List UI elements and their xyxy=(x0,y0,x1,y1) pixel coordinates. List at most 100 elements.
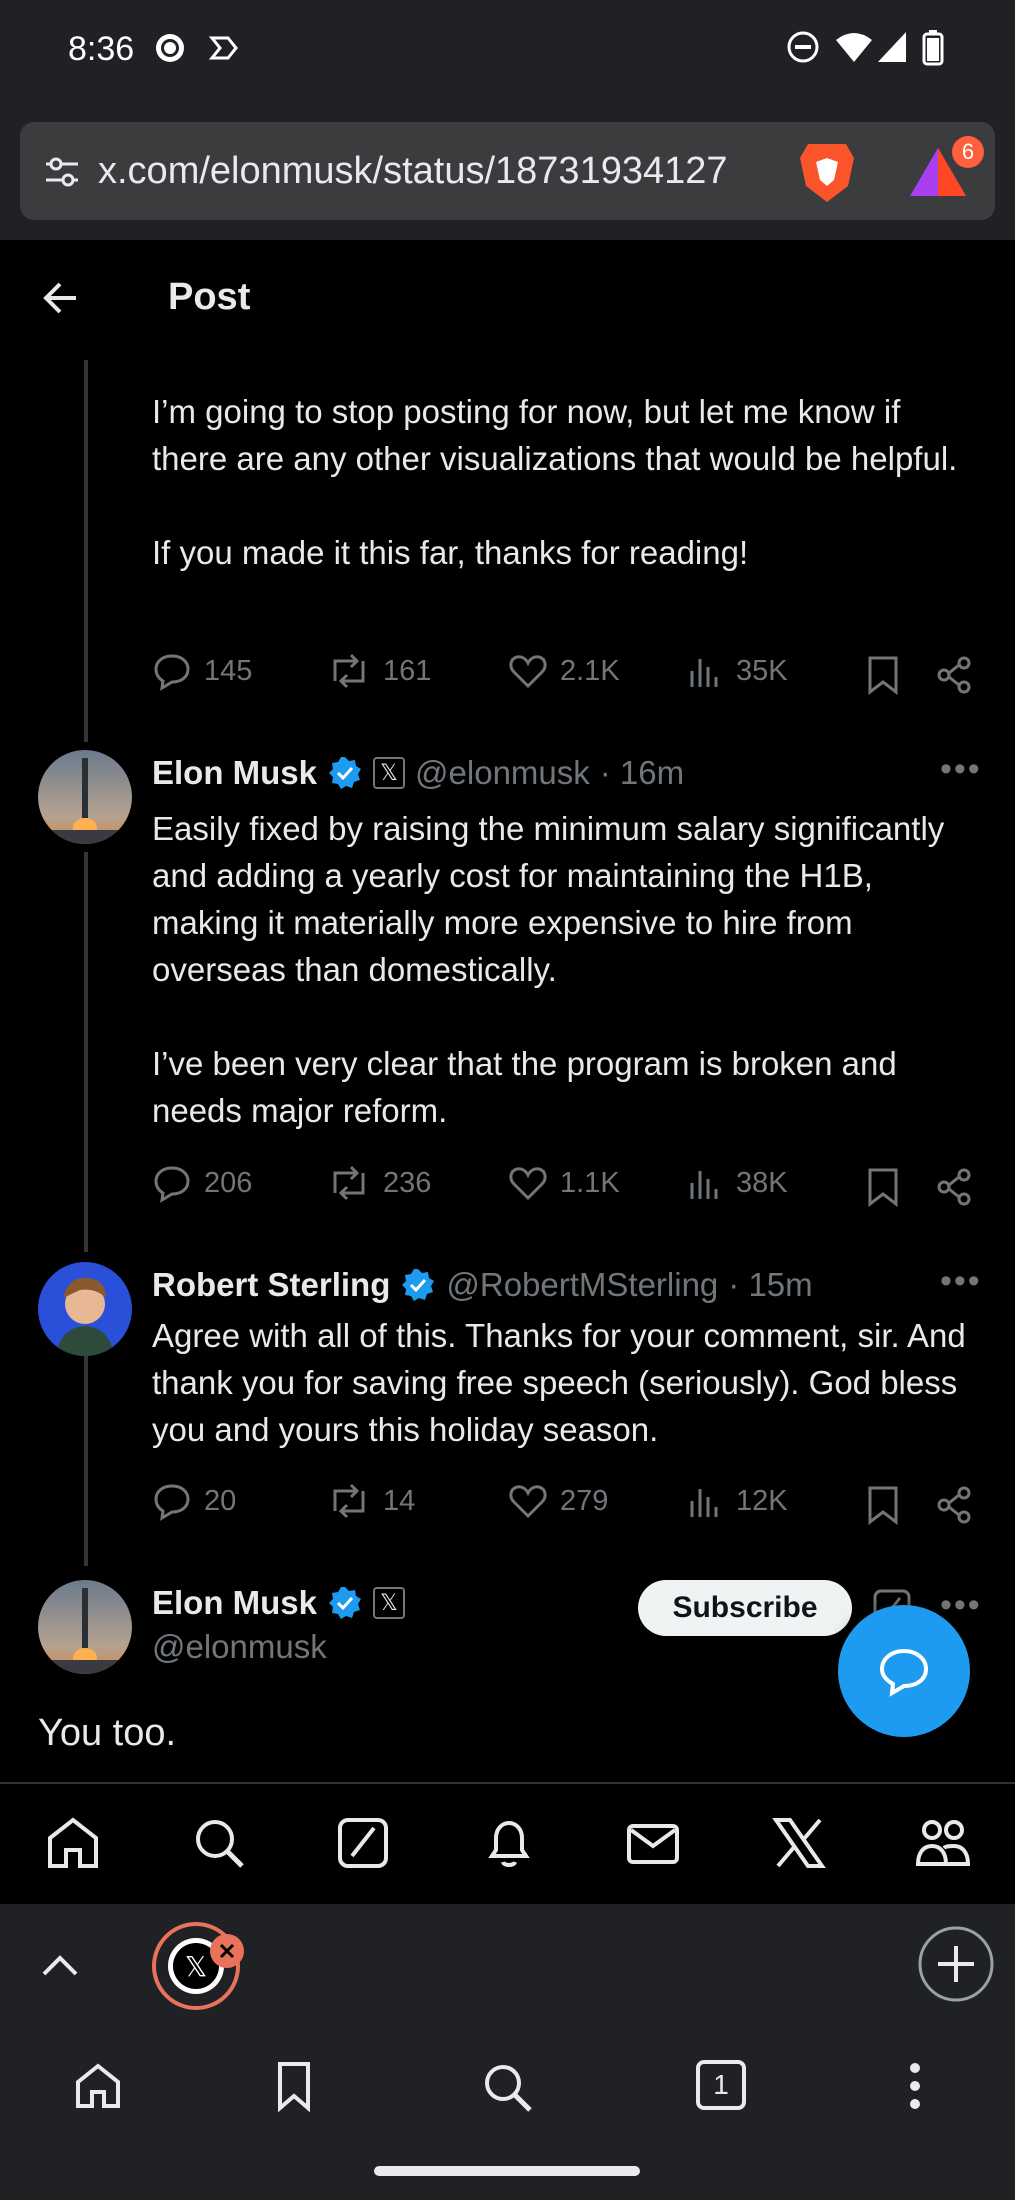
author-name[interactable]: Elon Musk xyxy=(152,754,317,792)
like-count: 279 xyxy=(560,1484,609,1517)
reply-count: 20 xyxy=(204,1484,237,1517)
avatar[interactable] xyxy=(38,750,132,844)
avatar-image xyxy=(38,750,132,844)
messages-mail-icon[interactable] xyxy=(624,1814,682,1872)
reply-button[interactable]: 20 xyxy=(152,1481,236,1521)
heart-icon xyxy=(509,655,547,689)
browser-search-icon[interactable] xyxy=(480,2060,534,2114)
gesture-bar xyxy=(0,2144,1015,2200)
url-text[interactable]: x.com/elonmusk/status/18731934127 xyxy=(98,150,798,193)
views-button[interactable]: 35K xyxy=(688,651,788,691)
thread-line xyxy=(84,852,88,1252)
reply-icon xyxy=(154,1484,190,1521)
more-options-icon[interactable]: ••• xyxy=(940,1262,982,1301)
share-icon[interactable] xyxy=(936,655,974,695)
author-handle[interactable]: @elonmusk xyxy=(415,754,590,792)
tweet-actions: 145 161 2.1K 35K xyxy=(152,651,982,699)
like-button[interactable]: 2.1K xyxy=(508,651,620,691)
more-options-icon[interactable]: ••• xyxy=(940,1586,982,1625)
reply-count: 145 xyxy=(204,654,253,687)
tweet-time[interactable]: · 15m xyxy=(728,1266,812,1304)
view-count: 12K xyxy=(736,1484,788,1517)
view-count: 38K xyxy=(736,1166,788,1199)
menu-kebab-icon[interactable] xyxy=(900,2060,930,2112)
repost-count: 161 xyxy=(383,654,432,687)
bookmark-icon[interactable] xyxy=(866,1485,900,1525)
page-title: Post xyxy=(168,276,251,318)
like-button[interactable]: 1.1K xyxy=(508,1163,620,1203)
home-icon[interactable] xyxy=(44,1814,102,1872)
like-count: 1.1K xyxy=(560,1166,620,1199)
site-settings-icon[interactable] xyxy=(42,152,82,192)
tweet-author-row: Elon Musk 𝕏 @elonmusk · 16m xyxy=(152,750,684,796)
status-time: 8:36 xyxy=(68,30,135,68)
like-button[interactable]: 279 xyxy=(508,1481,608,1521)
verified-badge-icon xyxy=(329,757,362,789)
author-handle[interactable]: @elonmusk xyxy=(152,1628,327,1666)
brave-shields-icon[interactable] xyxy=(798,140,856,204)
tweet-text: Agree with all of this. Thanks for your … xyxy=(152,1317,966,1448)
tab-switcher-button[interactable]: 1 xyxy=(696,2060,746,2110)
avatar[interactable] xyxy=(38,1580,132,1674)
cell-signal-icon xyxy=(878,32,906,62)
reply-button[interactable]: 145 xyxy=(152,651,252,691)
bookmarks-icon[interactable] xyxy=(274,2060,314,2112)
main-post-author-row: Elon Musk 𝕏 xyxy=(152,1580,406,1626)
x-bottom-nav xyxy=(0,1782,1015,1904)
back-arrow-icon[interactable] xyxy=(40,278,80,318)
new-tab-icon[interactable] xyxy=(916,1924,996,2004)
views-button[interactable]: 12K xyxy=(688,1481,788,1521)
wifi-icon xyxy=(836,33,872,62)
views-button[interactable]: 38K xyxy=(688,1163,788,1203)
url-field[interactable]: x.com/elonmusk/status/18731934127 6 xyxy=(20,122,995,220)
like-count: 2.1K xyxy=(560,654,620,687)
search-icon[interactable] xyxy=(190,1814,248,1872)
author-name[interactable]: Robert Sterling xyxy=(152,1266,390,1304)
x-logo-icon[interactable] xyxy=(770,1814,828,1872)
repost-count: 14 xyxy=(383,1484,416,1517)
thread-line xyxy=(84,360,88,742)
close-icon xyxy=(219,1943,235,1959)
communities-icon[interactable] xyxy=(914,1814,972,1872)
post-header: Post xyxy=(0,240,1015,355)
browser-home-icon[interactable] xyxy=(72,2060,124,2112)
share-icon[interactable] xyxy=(936,1167,974,1207)
tweet-time[interactable]: · 16m xyxy=(600,754,684,792)
browser-toolbar: 1 xyxy=(0,2024,1015,2144)
home-gesture-pill[interactable] xyxy=(374,2166,640,2176)
heart-icon xyxy=(509,1485,547,1519)
chevron-up-icon[interactable] xyxy=(40,1946,80,1982)
share-icon[interactable] xyxy=(936,1485,974,1525)
reply-button[interactable]: 206 xyxy=(152,1163,252,1203)
bookmark-icon[interactable] xyxy=(866,655,900,695)
close-tab-icon[interactable] xyxy=(210,1934,244,1968)
view-count: 35K xyxy=(736,654,788,687)
avatar[interactable] xyxy=(38,1262,132,1356)
author-handle[interactable]: @RobertMSterling xyxy=(446,1266,718,1304)
subscribe-button[interactable]: Subscribe xyxy=(638,1580,852,1636)
views-chart-icon xyxy=(690,1171,718,1199)
reply-count: 206 xyxy=(204,1166,253,1199)
reply-bubble-icon xyxy=(879,1648,929,1697)
repost-button[interactable]: 236 xyxy=(327,1163,431,1203)
author-name[interactable]: Elon Musk xyxy=(152,1584,317,1622)
repost-count: 236 xyxy=(383,1166,432,1199)
repost-icon xyxy=(333,1483,365,1519)
app-notification-icon xyxy=(208,36,238,60)
grok-nav-icon[interactable] xyxy=(334,1814,392,1872)
tweet-text: Easily fixed by raising the minimum sala… xyxy=(152,810,945,1129)
browser-address-bar: x.com/elonmusk/status/18731934127 6 xyxy=(0,100,1015,240)
repost-icon xyxy=(333,1165,365,1201)
repost-button[interactable]: 161 xyxy=(327,651,431,691)
bookmark-icon[interactable] xyxy=(866,1167,900,1207)
battery-icon xyxy=(922,30,944,66)
repost-button[interactable]: 14 xyxy=(327,1481,415,1521)
main-post-text: You too. xyxy=(38,1712,177,1754)
more-options-icon[interactable]: ••• xyxy=(940,750,982,789)
repost-icon xyxy=(333,653,365,689)
tweet-actions: 20 14 279 12K xyxy=(152,1481,982,1529)
compose-reply-button[interactable] xyxy=(838,1605,970,1737)
notifications-bell-icon[interactable] xyxy=(480,1814,538,1872)
thread-line xyxy=(84,1356,88,1566)
x-affiliate-badge-icon: 𝕏 xyxy=(373,757,406,789)
